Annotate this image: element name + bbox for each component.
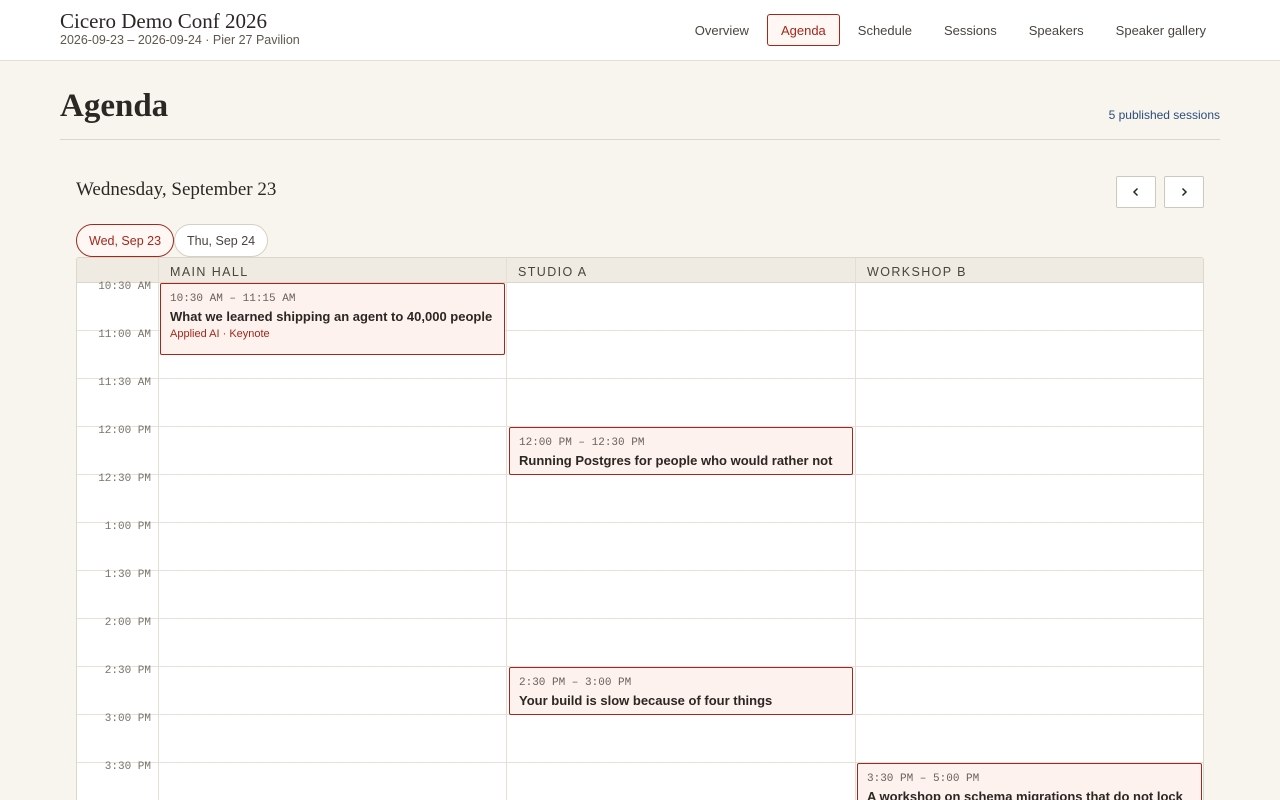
time-label: 10:30 AM <box>98 281 151 293</box>
conference-title[interactable]: Cicero Demo Conf 2026 <box>60 9 267 34</box>
nav-agenda[interactable]: Agenda <box>766 14 840 46</box>
time-label: 3:00 PM <box>104 713 151 725</box>
time-row-line <box>77 378 1203 379</box>
time-label: 12:00 PM <box>98 425 151 437</box>
room-header-row: MAIN HALL STUDIO A WORKSHOP B <box>77 258 1203 283</box>
previous-day-button[interactable] <box>1116 176 1156 208</box>
nav-schedule[interactable]: Schedule <box>844 14 926 46</box>
nav-speakers[interactable]: Speakers <box>1015 14 1098 46</box>
day-tab-wed[interactable]: Wed, Sep 23 <box>76 224 175 257</box>
nav-sessions[interactable]: Sessions <box>930 14 1011 46</box>
next-day-button[interactable] <box>1164 176 1204 208</box>
nav-overview[interactable]: Overview <box>681 14 763 46</box>
title-divider <box>60 139 1220 140</box>
column-divider <box>158 258 159 800</box>
time-label: 12:30 PM <box>98 473 151 485</box>
session-tags: Applied AI · Keynote <box>170 328 270 340</box>
time-label: 3:30 PM <box>104 761 151 773</box>
column-divider <box>506 258 507 800</box>
chevron-left-icon <box>1132 187 1139 197</box>
session-time: 3:30 PM – 5:00 PM <box>867 773 980 785</box>
room-header-workshop-b: WORKSHOP B <box>867 265 967 279</box>
session-time: 10:30 AM – 11:15 AM <box>170 293 296 305</box>
time-label: 1:30 PM <box>104 569 151 581</box>
time-label: 2:00 PM <box>104 617 151 629</box>
nav-speaker-gallery[interactable]: Speaker gallery <box>1102 14 1220 46</box>
session-card[interactable]: 3:30 PM – 5:00 PM A workshop on schema m… <box>857 763 1202 800</box>
time-label: 2:30 PM <box>104 665 151 677</box>
session-time: 2:30 PM – 3:00 PM <box>519 677 632 689</box>
time-label: 1:00 PM <box>104 521 151 533</box>
room-header-studio-a: STUDIO A <box>518 265 588 279</box>
day-title: Wednesday, September 23 <box>76 179 277 200</box>
session-card[interactable]: 12:00 PM – 12:30 PM Running Postgres for… <box>509 427 853 475</box>
day-tab-thu[interactable]: Thu, Sep 24 <box>174 224 269 257</box>
room-header-main-hall: MAIN HALL <box>170 265 249 279</box>
agenda-grid: MAIN HALL STUDIO A WORKSHOP B 10:30 AM 1… <box>76 257 1204 800</box>
time-row-line <box>77 618 1203 619</box>
session-title: Running Postgres for people who would ra… <box>519 453 833 468</box>
top-bar: Cicero Demo Conf 2026 2026-09-23 – 2026-… <box>0 0 1280 61</box>
session-title: Your build is slow because of four thing… <box>519 693 773 708</box>
main-nav: Overview Agenda Schedule Sessions Speake… <box>677 14 1220 46</box>
time-label: 11:30 AM <box>98 377 151 389</box>
conference-dates-venue: 2026-09-23 – 2026-09-24 · Pier 27 Pavili… <box>60 33 300 47</box>
time-label: 11:00 AM <box>98 329 151 341</box>
chevron-right-icon <box>1181 187 1188 197</box>
session-card[interactable]: 10:30 AM – 11:15 AM What we learned ship… <box>160 283 505 355</box>
session-title: What we learned shipping an agent to 40,… <box>170 309 493 324</box>
time-row-line <box>77 570 1203 571</box>
session-title: A workshop on schema migrations that do … <box>867 789 1183 800</box>
session-card[interactable]: 2:30 PM – 3:00 PM Your build is slow bec… <box>509 667 853 715</box>
published-sessions-count[interactable]: 5 published sessions <box>1109 108 1220 122</box>
page-title: Agenda <box>60 88 169 124</box>
session-time: 12:00 PM – 12:30 PM <box>519 437 645 449</box>
column-divider <box>855 258 856 800</box>
time-row-line <box>77 522 1203 523</box>
